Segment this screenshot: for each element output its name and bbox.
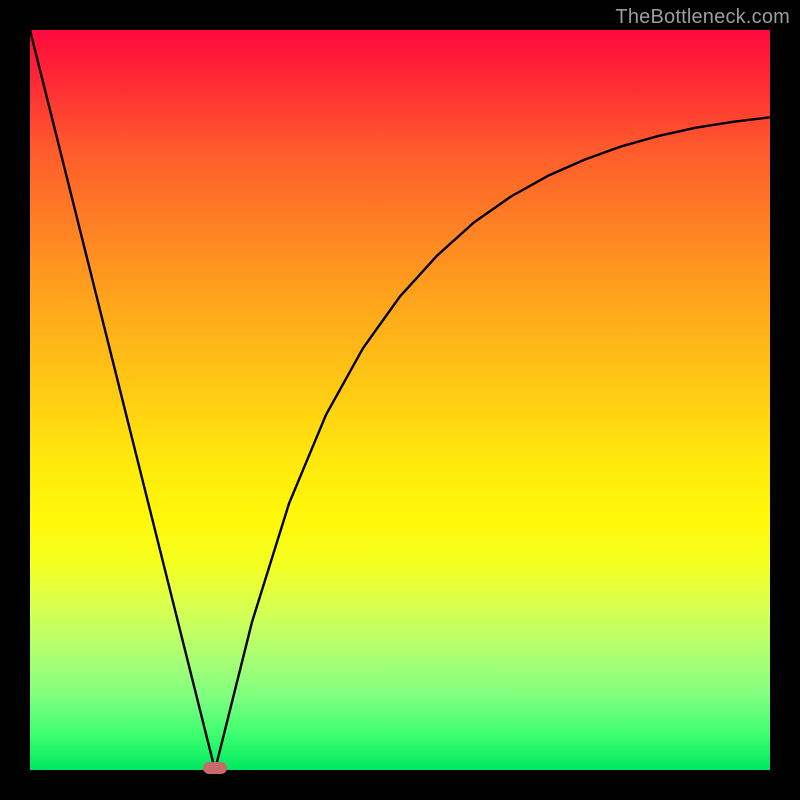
bottleneck-curve [30,30,770,770]
credit-text: TheBottleneck.com [615,6,790,29]
curve-path [30,30,770,770]
chart-frame: TheBottleneck.com [0,0,800,800]
plot-area [30,30,770,770]
optimum-marker [203,762,227,774]
